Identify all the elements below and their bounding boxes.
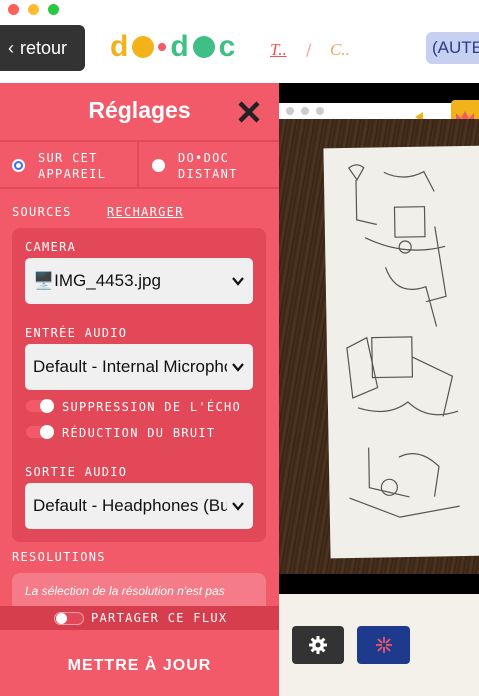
window-close-control[interactable] <box>8 4 19 15</box>
chevron-down-icon <box>232 363 244 372</box>
noise-reduction-toggle[interactable] <box>26 425 54 439</box>
paper-sketch <box>323 145 479 559</box>
resolutions-note: La sélection de la résolution n'est pas <box>25 584 225 598</box>
update-button[interactable]: METTRE À JOUR <box>0 635 279 696</box>
breadcrumb-separator: / <box>306 40 312 59</box>
divider <box>0 140 279 142</box>
radio-remote[interactable] <box>152 159 165 172</box>
window-zoom-control[interactable] <box>48 4 59 15</box>
chevron-down-icon <box>232 502 244 511</box>
sources-label: SOURCES <box>12 205 72 219</box>
device-option-remote-label: DO•DOC DISTANT <box>178 151 238 181</box>
share-stream-label: PARTAGER CE FLUX <box>91 611 228 625</box>
device-option-local-label: SUR CET APPAREIL <box>38 151 107 181</box>
effects-button[interactable] <box>357 626 410 664</box>
breadcrumb-first[interactable]: T.. <box>270 40 287 60</box>
resolutions-label: RESOLUTIONS <box>12 550 106 564</box>
echo-cancellation-toggle[interactable] <box>26 399 54 413</box>
audio-input-select[interactable]: Default - Internal Microphone <box>25 344 253 390</box>
chevron-down-icon <box>232 277 244 286</box>
radio-local[interactable] <box>12 159 25 172</box>
audio-input-select-value: Default - Internal Microphone <box>33 357 227 376</box>
noise-reduction-label: RÉDUCTION DU BRUIT <box>62 426 216 440</box>
back-button-label: retour <box>20 37 68 58</box>
echo-cancellation-label: SUPPRESSION DE L'ÉCHO <box>62 400 242 414</box>
preview-dot <box>301 107 309 115</box>
breadcrumb-second[interactable]: C.. <box>330 40 350 60</box>
camera-select[interactable]: 🖥️IMG_4453.jpg <box>25 258 253 304</box>
reload-sources-link[interactable]: RECHARGER <box>107 204 184 220</box>
author-button-label: (AUTE <box>432 38 479 57</box>
author-button[interactable]: (AUTE <box>426 32 479 64</box>
audio-output-label: SORTIE AUDIO <box>25 465 128 479</box>
gear-icon <box>309 636 327 654</box>
chevron-left-icon: ‹ <box>8 37 14 58</box>
camera-preview-image <box>279 119 479 574</box>
audio-output-select-value: Default - Headphones (Built-in) <box>33 496 227 515</box>
camera-select-value: 🖥️IMG_4453.jpg <box>33 271 161 290</box>
update-button-label: METTRE À JOUR <box>67 656 212 674</box>
preview-dot <box>316 107 324 115</box>
window-minimize-control[interactable] <box>28 4 39 15</box>
dodoc-logo[interactable]: d d c <box>110 30 235 64</box>
close-settings-button[interactable] <box>234 97 264 127</box>
capture-stage <box>279 83 479 696</box>
close-icon <box>238 101 260 123</box>
divider <box>0 187 279 189</box>
divider <box>137 140 139 188</box>
settings-panel: Réglages SUR CET APPAREIL DO•DOC DISTANT… <box>0 83 279 696</box>
window-titlebar: ‹ retour d d c T.. / C.. (AUTE <box>0 0 479 83</box>
audio-output-select[interactable]: Default - Headphones (Built-in) <box>25 483 253 529</box>
audio-input-label: ENTRÉE AUDIO <box>25 326 128 340</box>
sparkle-icon <box>375 637 392 653</box>
share-stream-toggle[interactable] <box>54 612 84 625</box>
camera-label: CAMERA <box>25 240 77 254</box>
preview-window-bar <box>279 103 479 119</box>
back-button[interactable]: ‹ retour <box>0 25 85 71</box>
settings-button[interactable] <box>292 626 344 664</box>
preview-dot <box>286 107 294 115</box>
